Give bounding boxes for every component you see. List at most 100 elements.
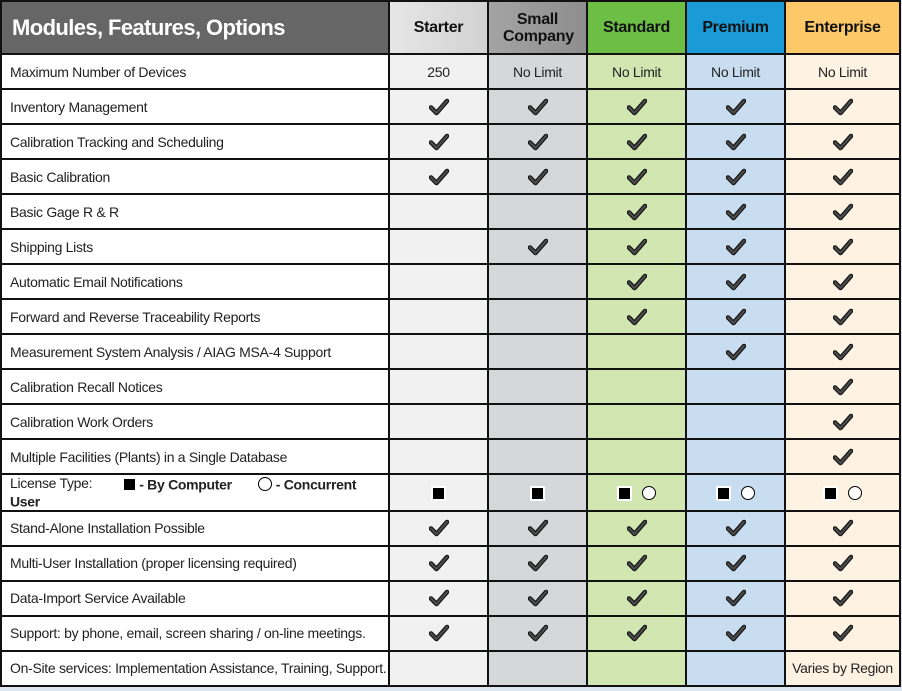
check-icon <box>527 98 548 116</box>
feature-label: Inventory Management <box>0 88 390 125</box>
feature-label: Stand-Alone Installation Possible <box>0 509 390 547</box>
check-icon <box>527 238 548 256</box>
cell-small-company <box>487 509 588 547</box>
circle-icon <box>741 486 755 501</box>
cell-small-company <box>487 614 588 652</box>
cell-standard <box>586 403 687 440</box>
cell-small-company <box>487 158 588 195</box>
table-row: Automatic Email Notifications <box>0 263 901 300</box>
check-icon <box>527 554 548 572</box>
cell-value: No Limit <box>711 63 760 80</box>
check-icon <box>832 168 853 186</box>
cell-starter: 250 <box>388 53 489 90</box>
feature-label: Measurement System Analysis / AIAG MSA-4… <box>0 333 390 370</box>
cell-premium <box>685 473 786 512</box>
check-icon <box>725 133 746 151</box>
check-icon <box>428 168 449 186</box>
check-icon <box>626 133 647 151</box>
check-icon <box>832 273 853 291</box>
cell-standard <box>586 263 687 300</box>
feature-label: Forward and Reverse Traceability Reports <box>0 298 390 335</box>
check-icon <box>626 238 647 256</box>
cell-standard: No Limit <box>586 53 687 90</box>
cell-standard <box>586 614 687 652</box>
feature-label: On-Site services: Implementation Assista… <box>0 649 390 687</box>
cell-enterprise <box>784 473 901 512</box>
cell-premium <box>685 123 786 160</box>
cell-small-company <box>487 368 588 405</box>
cell-standard <box>586 368 687 405</box>
license-type-legend: License Type: - By Computer - Concurrent U… <box>0 473 390 512</box>
cell-small-company <box>487 403 588 440</box>
cell-starter <box>388 509 489 547</box>
cell-standard <box>586 228 687 265</box>
cell-small-company: No Limit <box>487 53 588 90</box>
cell-premium: No Limit <box>685 53 786 90</box>
check-icon <box>428 98 449 116</box>
table-row: Shipping Lists <box>0 228 901 265</box>
filled-square-icon <box>823 485 838 501</box>
cell-small-company <box>487 438 588 475</box>
cell-enterprise <box>784 509 901 547</box>
check-icon <box>626 203 647 221</box>
check-icon <box>832 554 853 572</box>
table-row: Inventory Management <box>0 88 901 125</box>
table-row: Support: by phone, email, screen sharing… <box>0 614 901 652</box>
cell-enterprise <box>784 368 901 405</box>
check-icon <box>626 519 647 537</box>
cell-value: Varies by Region <box>792 660 893 677</box>
table-row: Stand-Alone Installation Possible <box>0 509 901 547</box>
check-icon <box>832 378 853 396</box>
cell-enterprise: No Limit <box>784 53 901 90</box>
check-icon <box>626 98 647 116</box>
check-icon <box>832 624 853 642</box>
cell-small-company <box>487 298 588 335</box>
filled-square-icon <box>431 485 446 501</box>
table-row: Maximum Number of Devices 250 No Limit No L… <box>0 53 901 90</box>
check-icon <box>832 343 853 361</box>
cell-premium <box>685 193 786 230</box>
cell-standard <box>586 123 687 160</box>
cell-premium <box>685 228 786 265</box>
cell-standard <box>586 298 687 335</box>
check-icon <box>832 448 853 466</box>
cell-premium <box>685 509 786 547</box>
cell-small-company <box>487 473 588 512</box>
cell-enterprise <box>784 333 901 370</box>
table-row: Data-Import Service Available <box>0 579 901 617</box>
feature-label: Shipping Lists <box>0 228 390 265</box>
feature-label: Calibration Work Orders <box>0 403 390 440</box>
cell-standard <box>586 473 687 512</box>
cell-standard <box>586 333 687 370</box>
filled-square-icon <box>617 485 632 501</box>
plan-header-standard: Standard <box>586 0 687 55</box>
cell-small-company <box>487 193 588 230</box>
check-icon <box>725 98 746 116</box>
check-icon <box>832 413 853 431</box>
cell-enterprise <box>784 438 901 475</box>
cell-starter <box>388 473 489 512</box>
cell-value: No Limit <box>612 63 661 80</box>
feature-label: Multiple Facilities (Plants) in a Single… <box>0 438 390 475</box>
check-icon <box>428 624 449 642</box>
cell-starter <box>388 438 489 475</box>
check-icon <box>428 519 449 537</box>
header-row: Modules, Features, Options Starter Small… <box>0 0 901 55</box>
feature-label: Automatic Email Notifications <box>0 263 390 300</box>
table-row: License Type: - By Computer - Concurrent U… <box>0 473 901 512</box>
plan-header-premium: Premium <box>685 0 786 55</box>
cell-small-company <box>487 263 588 300</box>
cell-starter <box>388 649 489 687</box>
check-icon <box>527 589 548 607</box>
feature-label: Data-Import Service Available <box>0 579 390 617</box>
plan-header-starter: Starter <box>388 0 489 55</box>
cell-premium <box>685 298 786 335</box>
check-icon <box>832 308 853 326</box>
cell-value: No Limit <box>818 63 867 80</box>
feature-label: Maximum Number of Devices <box>0 53 390 90</box>
table-row: Forward and Reverse Traceability Reports <box>0 298 901 335</box>
cell-enterprise: Varies by Region <box>784 649 901 687</box>
table-title: Modules, Features, Options <box>0 0 390 55</box>
cell-starter <box>388 579 489 617</box>
circle-icon <box>848 486 862 501</box>
